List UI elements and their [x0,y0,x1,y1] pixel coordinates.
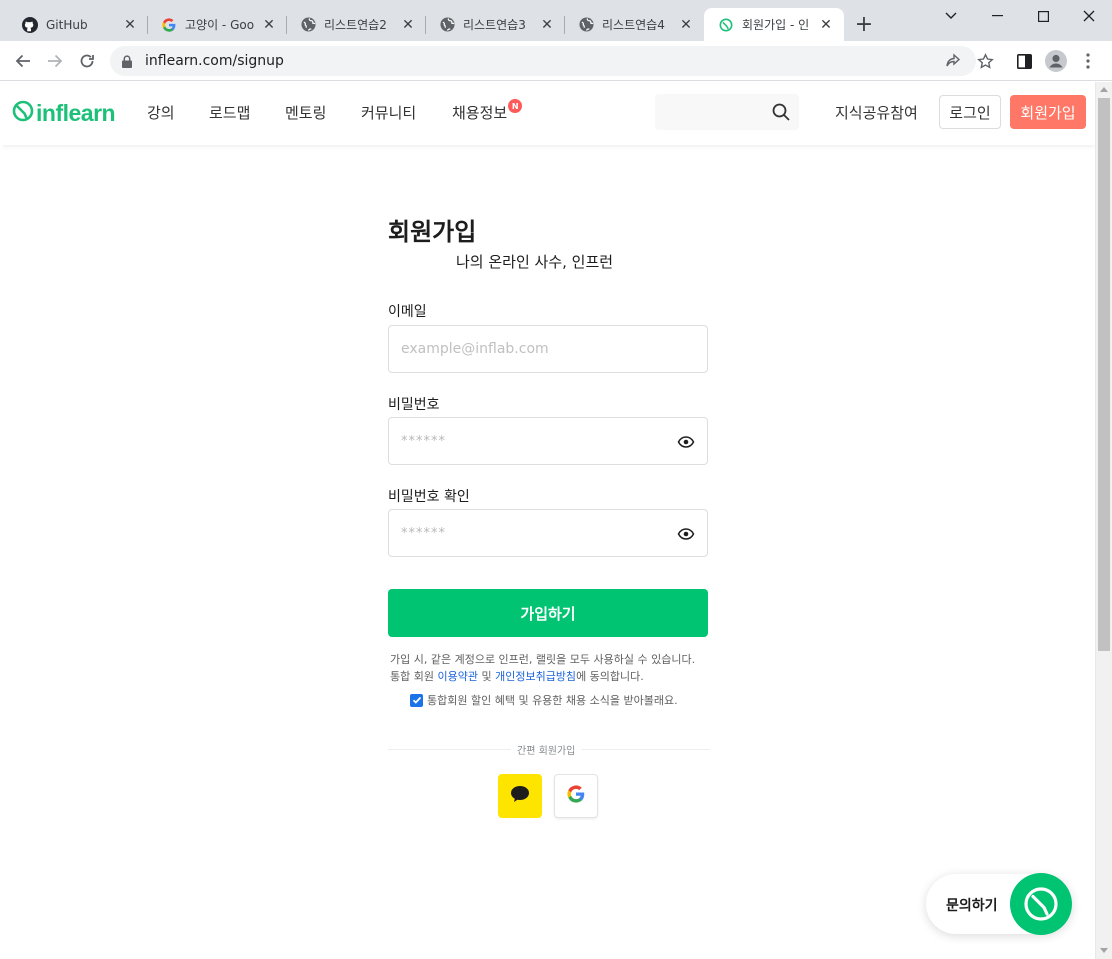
nav-jobs-label: 채용정보 [452,104,508,122]
inflearn-chat-icon [1010,873,1072,935]
easy-signup-label: 간편 회원가입 [511,742,582,757]
tab-signup-active[interactable]: 회원가입 - 인 ✕ [704,8,844,41]
url-text: inflearn.com/signup [145,53,284,69]
inflearn-icon [718,17,734,33]
search-icon[interactable] [771,102,791,122]
minimize-icon[interactable] [974,4,1020,28]
back-icon[interactable] [11,49,35,73]
kakao-signup-button[interactable] [498,774,542,818]
nav-roadmap[interactable]: 로드맵 [209,102,250,123]
close-icon[interactable]: ✕ [818,17,834,33]
eye-icon[interactable] [677,525,695,543]
profile-avatar-icon[interactable] [1044,49,1068,73]
close-icon[interactable]: ✕ [261,17,277,33]
page-scrollbar[interactable] [1095,82,1112,959]
google-signup-button[interactable] [554,774,598,818]
site-header: inflearn 강의 로드맵 멘토링 커뮤니티 채용정보 N 지식공유참여 로… [2,82,1095,145]
globe-icon [578,17,594,33]
google-icon [567,785,585,807]
bookmark-star-icon[interactable] [973,49,997,73]
password-placeholder: ****** [401,433,446,449]
lock-icon [122,54,136,68]
google-icon [161,17,177,33]
marketing-agree-label: 통합회원 할인 혜택 및 유용한 채용 소식을 받아볼래요. [427,694,678,707]
signup-button[interactable]: 회원가입 [1010,95,1086,129]
globe-icon [439,17,455,33]
tab-list-practice-4[interactable]: 리스트연습4 ✕ [564,8,704,41]
browser-menu-icon[interactable] [1076,49,1100,73]
login-button[interactable]: 로그인 [939,95,1001,129]
terms-line-1: 가입 시, 같은 계정으로 인프런, 랠릿을 모두 사용하실 수 있습니다. [390,653,696,666]
new-tab-button[interactable]: + [852,14,876,38]
tab-list-practice-2[interactable]: 리스트연습2 ✕ [286,8,426,41]
password-confirm-placeholder: ****** [401,525,446,541]
page-subtitle: 나의 온라인 사수, 인프런 [456,253,614,271]
email-field[interactable]: example@inflab.com [388,325,708,373]
close-icon[interactable]: ✕ [678,17,694,33]
tab-title: 회원가입 - 인 [742,18,810,32]
address-bar[interactable]: inflearn.com/signup [110,46,976,76]
nav-courses[interactable]: 강의 [147,102,175,123]
side-panel-icon[interactable] [1012,49,1036,73]
password-confirm-label: 비밀번호 확인 [388,489,470,505]
logo-text: inflearn [36,99,116,126]
tab-title: 리스트연습2 [324,18,387,32]
terms-line-2: 통합 회원 이용약관 및 개인정보취급방침에 동의합니다. [390,670,644,683]
marketing-agree: 통합회원 할인 혜택 및 유용한 채용 소식을 받아볼래요. [410,692,678,708]
password-field[interactable]: ****** [388,417,708,465]
browser-tabstrip: GitHub ✕ 고양이 - Goo ✕ 리스트연습2 ✕ 리스트연습3 ✕ 리… [0,0,1112,41]
privacy-policy-link[interactable]: 개인정보취급방침 [495,670,576,683]
browser-toolbar: inflearn.com/signup [0,41,1112,81]
password-label: 비밀번호 [388,397,440,413]
inflearn-logo-icon [12,100,34,126]
close-icon[interactable]: ✕ [400,17,416,33]
close-icon[interactable]: ✕ [539,17,555,33]
password-confirm-field[interactable]: ****** [388,509,708,557]
site-search-input[interactable] [655,94,799,130]
inquiry-label: 문의하기 [946,898,998,914]
nav-jobs[interactable]: 채용정보 N [452,99,523,123]
nav-mentoring[interactable]: 멘토링 [285,102,326,123]
window-close-icon[interactable] [1066,4,1112,28]
scrollbar-thumb[interactable] [1098,98,1110,651]
marketing-checkbox[interactable] [410,693,423,707]
globe-icon [300,17,316,33]
tab-github[interactable]: GitHub ✕ [8,8,148,41]
github-icon [22,16,38,33]
inflearn-logo[interactable]: inflearn [12,98,116,128]
tab-list-practice-3[interactable]: 리스트연습3 ✕ [425,8,565,41]
tab-title: 리스트연습4 [602,18,665,32]
maximize-icon[interactable] [1020,4,1066,28]
eye-icon[interactable] [677,433,695,451]
close-icon[interactable]: ✕ [122,17,138,33]
reload-icon[interactable] [75,49,99,73]
page-viewport: inflearn 강의 로드맵 멘토링 커뮤니티 채용정보 N 지식공유참여 로… [2,82,1095,959]
share-icon[interactable] [941,49,965,73]
forward-icon[interactable] [43,49,67,73]
page-title: 회원가입 [388,218,477,246]
email-label: 이메일 [388,304,427,320]
scroll-up-icon[interactable] [1100,87,1108,92]
knowledge-share-link[interactable]: 지식공유참여 [835,102,918,123]
email-placeholder: example@inflab.com [401,341,549,357]
kakao-icon [510,785,530,807]
tab-title: GitHub [46,17,88,32]
tab-title: 리스트연습3 [463,18,526,32]
new-badge: N [508,99,523,113]
submit-signup-button[interactable]: 가입하기 [388,589,708,637]
nav-community[interactable]: 커뮤니티 [361,102,416,123]
tab-google[interactable]: 고양이 - Goo ✕ [147,8,287,41]
inquiry-button[interactable]: 문의하기 [926,873,1072,935]
tab-search-icon[interactable] [928,4,974,28]
tab-title: 고양이 - Goo [185,18,255,32]
scroll-down-icon[interactable] [1100,948,1108,953]
terms-notice: 가입 시, 같은 계정으로 인프런, 랠릿을 모두 사용하실 수 있습니다. 통… [390,651,710,685]
terms-of-use-link[interactable]: 이용약관 [437,670,477,683]
